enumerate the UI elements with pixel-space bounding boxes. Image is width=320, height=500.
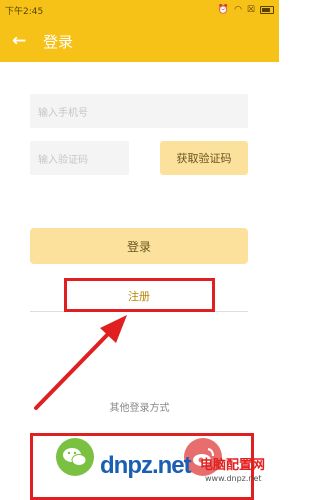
- wechat-icon[interactable]: [56, 438, 94, 476]
- sim-icon: ☒: [246, 4, 255, 15]
- battery-icon: [260, 6, 274, 14]
- get-code-button[interactable]: 获取验证码: [160, 141, 248, 175]
- watermark-logo: dnpz.net: [100, 452, 192, 479]
- status-time: 下午2:45: [5, 6, 44, 17]
- register-highlight-box: [64, 278, 215, 312]
- phone-input[interactable]: 输入手机号: [30, 94, 248, 128]
- alarm-icon: ⏰: [217, 4, 230, 15]
- watermark-domain: www.dnpz.net: [205, 474, 262, 483]
- wifi-icon: ◠: [234, 4, 242, 15]
- watermark-name: 电脑配置网: [200, 458, 266, 473]
- app-bar: ← 登录: [0, 20, 279, 62]
- other-login-label: 其他登录方式: [109, 403, 170, 414]
- phone-placeholder: 输入手机号: [38, 107, 88, 119]
- page-title: 登录: [43, 32, 74, 51]
- login-button[interactable]: 登录: [30, 228, 248, 264]
- status-icons: ⏰ ◠ ☒: [217, 4, 274, 15]
- code-placeholder: 输入验证码: [38, 154, 88, 166]
- back-arrow-icon[interactable]: ←: [12, 31, 32, 51]
- watermark: dnpz.net 电脑配置网 www.dnpz.net: [100, 452, 279, 496]
- verification-code-input[interactable]: 输入验证码: [30, 141, 129, 175]
- status-bar: 下午2:45 ⏰ ◠ ☒: [0, 0, 279, 20]
